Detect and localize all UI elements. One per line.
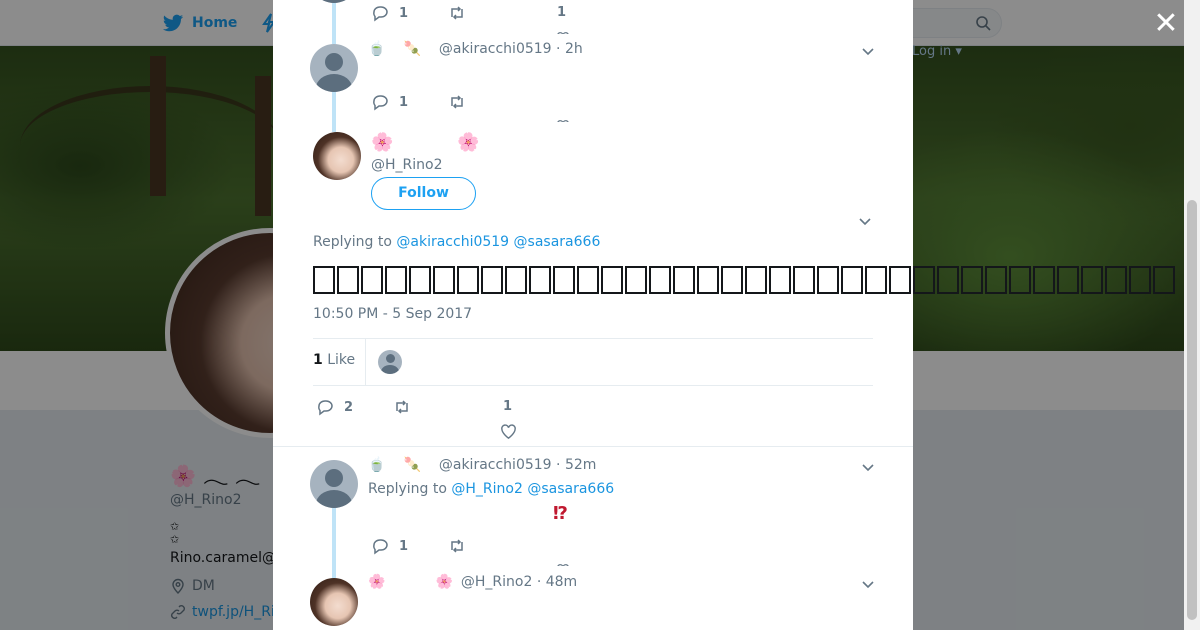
mention-link[interactable]: @sasara666 [527,481,614,497]
likes-stat[interactable]: 1 Like [313,352,355,368]
reply-icon[interactable] [371,93,389,111]
tweet-actions: 1 [371,93,466,111]
thread-line [332,508,336,578]
mention-link[interactable]: @sasara666 [514,234,601,250]
main-tweet-display-name[interactable]: 🌸 🌸 [371,132,480,153]
tweet-separator: · [551,41,565,57]
retweet-icon[interactable] [393,398,411,416]
tweet-time: 2h [564,41,583,57]
main-tweet-timestamp[interactable]: 10:50 PM - 5 Sep 2017 [313,306,472,322]
likes-count: 1 [313,352,323,368]
tweet-handle: @akiracchi0519 [438,457,552,473]
follow-button[interactable]: Follow [371,177,476,210]
reply-icon[interactable] [371,537,389,555]
chevron-down-icon[interactable] [861,577,875,591]
avatar[interactable] [313,132,361,180]
tweet-time: 48m [545,574,578,590]
tweet-handle: @akiracchi0519 [438,41,552,57]
page-scrollbar[interactable] [1184,0,1200,630]
name-emoji: 🌸 [457,132,480,153]
tweet-time: 52m [564,457,597,473]
chevron-down-icon[interactable] [861,44,875,58]
thread-line [332,0,336,44]
mention-link[interactable]: @akiracchi0519 [396,234,509,250]
name-emoji: 🍵 [368,457,386,473]
reply-icon[interactable] [316,398,334,416]
name-emoji: 🌸 [371,132,394,153]
avatar[interactable] [310,44,358,92]
reply-count: 1 [399,94,409,110]
tweet-header[interactable]: 🌸 🌸 @H_Rino2 · 48m [368,574,577,590]
login-link[interactable]: Log in ▾ [912,44,962,59]
name-emoji: 🍡 [403,457,421,473]
name-emoji: 🍡 [403,41,421,57]
reply-count: 1 [399,538,409,554]
main-tweet-handle[interactable]: @H_Rino2 [371,157,443,173]
retweet-icon[interactable] [448,537,466,555]
tweet-header[interactable]: 🍵 🍡 @akiracchi0519 · 52m [368,457,596,473]
mention-link[interactable]: @H_Rino2 [451,481,523,497]
name-emoji: 🍵 [368,41,386,57]
tweet-header[interactable]: 🍵 🍡 @akiracchi0519 · 2h [368,41,583,57]
section-divider [273,446,913,447]
retweet-icon[interactable] [448,93,466,111]
tweet-separator: · [551,457,565,473]
tweet-separator: · [532,574,546,590]
like-count: 1 [557,5,567,20]
tweet-text: ⁉ [553,503,568,524]
heart-icon[interactable] [500,423,517,440]
thread-line [332,92,336,132]
replying-to: Replying to @H_Rino2 @sasara666 [368,481,614,497]
reply-count: 2 [344,399,354,415]
heart-icon[interactable] [556,562,570,566]
avatar[interactable] [310,460,358,508]
like-count: 1 [503,399,513,414]
avatar[interactable] [310,0,358,3]
tweet-actions: 1 [371,4,466,22]
tweet-actions: 1 [371,537,466,555]
chevron-down-icon[interactable] [858,214,872,228]
retweet-icon[interactable] [448,4,466,22]
likes-label: Like [327,352,356,368]
replying-to: Replying to @akiracchi0519 @sasara666 [313,234,600,250]
tweet-handle: @H_Rino2 [460,574,533,590]
heart-icon[interactable] [556,118,570,122]
replying-prefix: Replying to [368,481,447,497]
replying-prefix: Replying to [313,234,392,250]
reply-count: 1 [399,5,409,21]
main-tweet-text [313,262,1184,295]
name-emoji: 🌸 [368,574,386,590]
chevron-down-icon[interactable] [861,460,875,474]
avatar[interactable] [310,578,358,626]
name-emoji: 🌸 [435,574,453,590]
heart-icon[interactable] [556,30,570,34]
reply-icon[interactable] [371,4,389,22]
close-button[interactable]: ✕ [1152,9,1180,39]
tweet-stats: 1 Like [313,338,873,386]
liker-avatar[interactable] [378,350,402,374]
stats-divider [365,339,366,385]
main-tweet-actions: 2 [316,398,411,416]
scrollbar-thumb[interactable] [1187,200,1197,620]
